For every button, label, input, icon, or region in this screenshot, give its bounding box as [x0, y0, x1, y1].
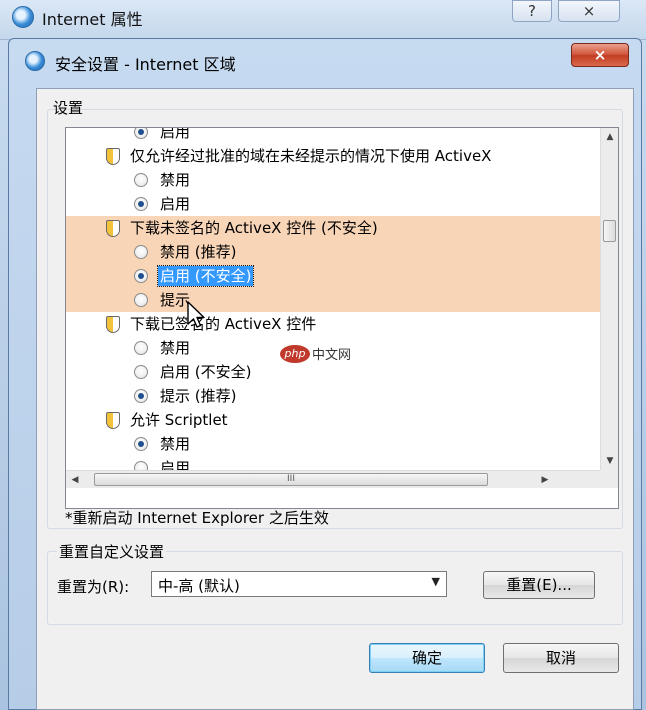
reset-level-select[interactable]: 中-高 (默认) ▼	[151, 571, 447, 597]
setting-option[interactable]: 提示	[66, 288, 600, 312]
option-label[interactable]: 启用	[160, 458, 190, 470]
radio-button[interactable]	[134, 197, 148, 211]
cancel-button[interactable]: 取消	[503, 643, 619, 673]
ok-button[interactable]: 确定	[369, 643, 485, 673]
dialog-close-button[interactable]: ×	[571, 43, 629, 67]
setting-item-label: 仅允许经过批准的域在未经提示的情况下使用 ActiveX	[130, 147, 492, 165]
radio-button[interactable]	[134, 437, 148, 451]
dialog-body: 设置 启用 仅允许经过批准的域在未经提示的情况下使用 ActiveX 禁用 启用 下载未…	[36, 88, 634, 710]
setting-option[interactable]: 启用	[66, 192, 600, 216]
settings-list-viewport: 启用 仅允许经过批准的域在未经提示的情况下使用 ActiveX 禁用 启用 下载未签名的…	[66, 128, 600, 470]
radio-button[interactable]	[134, 293, 148, 307]
shield-icon	[106, 412, 120, 429]
setting-item: 下载未签名的 ActiveX 控件 (不安全)	[66, 216, 600, 240]
setting-item: 下载已签名的 ActiveX 控件	[66, 312, 600, 336]
reset-button[interactable]: 重置(E)...	[483, 571, 595, 599]
scrollbar-corner	[600, 470, 618, 488]
watermark: php 中文网	[280, 344, 351, 366]
restart-note: *重新启动 Internet Explorer 之后生效	[65, 509, 329, 527]
dialog-title: 安全设置 - Internet 区域	[55, 55, 236, 74]
chevron-down-icon: ▼	[431, 575, 440, 588]
option-label[interactable]: 启用 (不安全)	[160, 362, 251, 382]
vertical-scrollbar[interactable]: ▲ ▼	[600, 128, 618, 470]
parent-close-button[interactable]: ×	[558, 0, 620, 22]
setting-item-label: 下载已签名的 ActiveX 控件	[130, 315, 317, 333]
radio-button[interactable]	[134, 365, 148, 379]
scroll-down-arrow-icon[interactable]: ▼	[601, 452, 618, 470]
settings-list[interactable]: 启用 仅允许经过批准的域在未经提示的情况下使用 ActiveX 禁用 启用 下载未签名的…	[65, 127, 619, 509]
watermark-text: 中文网	[312, 348, 352, 363]
setting-option[interactable]: 禁用	[66, 168, 600, 192]
setting-item: 允许 Scriptlet	[66, 408, 600, 432]
help-button[interactable]: ?	[512, 0, 552, 22]
horizontal-scroll-thumb[interactable]: III	[94, 473, 488, 486]
globe-icon	[25, 51, 45, 71]
setting-option[interactable]: 启用	[66, 128, 600, 144]
radio-button[interactable]	[134, 173, 148, 187]
shield-icon	[106, 316, 120, 333]
radio-button[interactable]	[134, 341, 148, 355]
settings-group-label: 设置	[53, 99, 84, 117]
setting-item-label: 下载未签名的 ActiveX 控件 (不安全)	[130, 219, 378, 237]
globe-icon	[12, 6, 34, 28]
setting-option[interactable]: 禁用 (推荐)	[66, 240, 600, 264]
vertical-scroll-thumb[interactable]	[603, 220, 616, 242]
scroll-up-arrow-icon[interactable]: ▲	[601, 128, 618, 146]
option-label[interactable]: 启用 (不安全)	[156, 265, 255, 287]
setting-option[interactable]: 启用	[66, 456, 600, 470]
mouse-cursor-icon	[187, 301, 205, 328]
radio-button[interactable]	[134, 269, 148, 283]
setting-item-label: 允许 Scriptlet	[130, 411, 228, 429]
scroll-right-arrow-icon[interactable]: ▶	[536, 471, 554, 489]
reset-level-value: 中-高 (默认)	[158, 577, 240, 595]
reset-group-label: 重置自定义设置	[57, 541, 167, 562]
shield-icon	[106, 148, 120, 165]
horizontal-scrollbar[interactable]: ◀ III ▶	[66, 470, 600, 488]
option-label[interactable]: 禁用	[160, 434, 190, 454]
setting-option[interactable]: 提示 (推荐)	[66, 384, 600, 408]
setting-item: 仅允许经过批准的域在未经提示的情况下使用 ActiveX	[66, 144, 600, 168]
option-label[interactable]: 提示 (推荐)	[160, 386, 236, 406]
setting-option[interactable]: 禁用	[66, 432, 600, 456]
radio-button[interactable]	[134, 461, 148, 470]
reset-to-label: 重置为(R):	[57, 578, 130, 596]
watermark-badge: php	[280, 344, 310, 363]
parent-window-titlebar: Internet 属性 ? ×	[0, 0, 646, 40]
parent-window-title: Internet 属性	[42, 10, 143, 29]
option-label[interactable]: 启用	[160, 194, 190, 214]
shield-icon	[106, 220, 120, 237]
option-label[interactable]: 启用	[160, 128, 190, 142]
setting-option[interactable]: 启用 (不安全)	[66, 264, 600, 288]
radio-button[interactable]	[134, 128, 148, 139]
radio-button[interactable]	[134, 389, 148, 403]
option-label[interactable]: 禁用	[160, 170, 190, 190]
scroll-left-arrow-icon[interactable]: ◀	[66, 471, 84, 489]
option-label[interactable]: 禁用	[160, 338, 190, 358]
option-label[interactable]: 禁用 (推荐)	[160, 242, 236, 262]
radio-button[interactable]	[134, 245, 148, 259]
